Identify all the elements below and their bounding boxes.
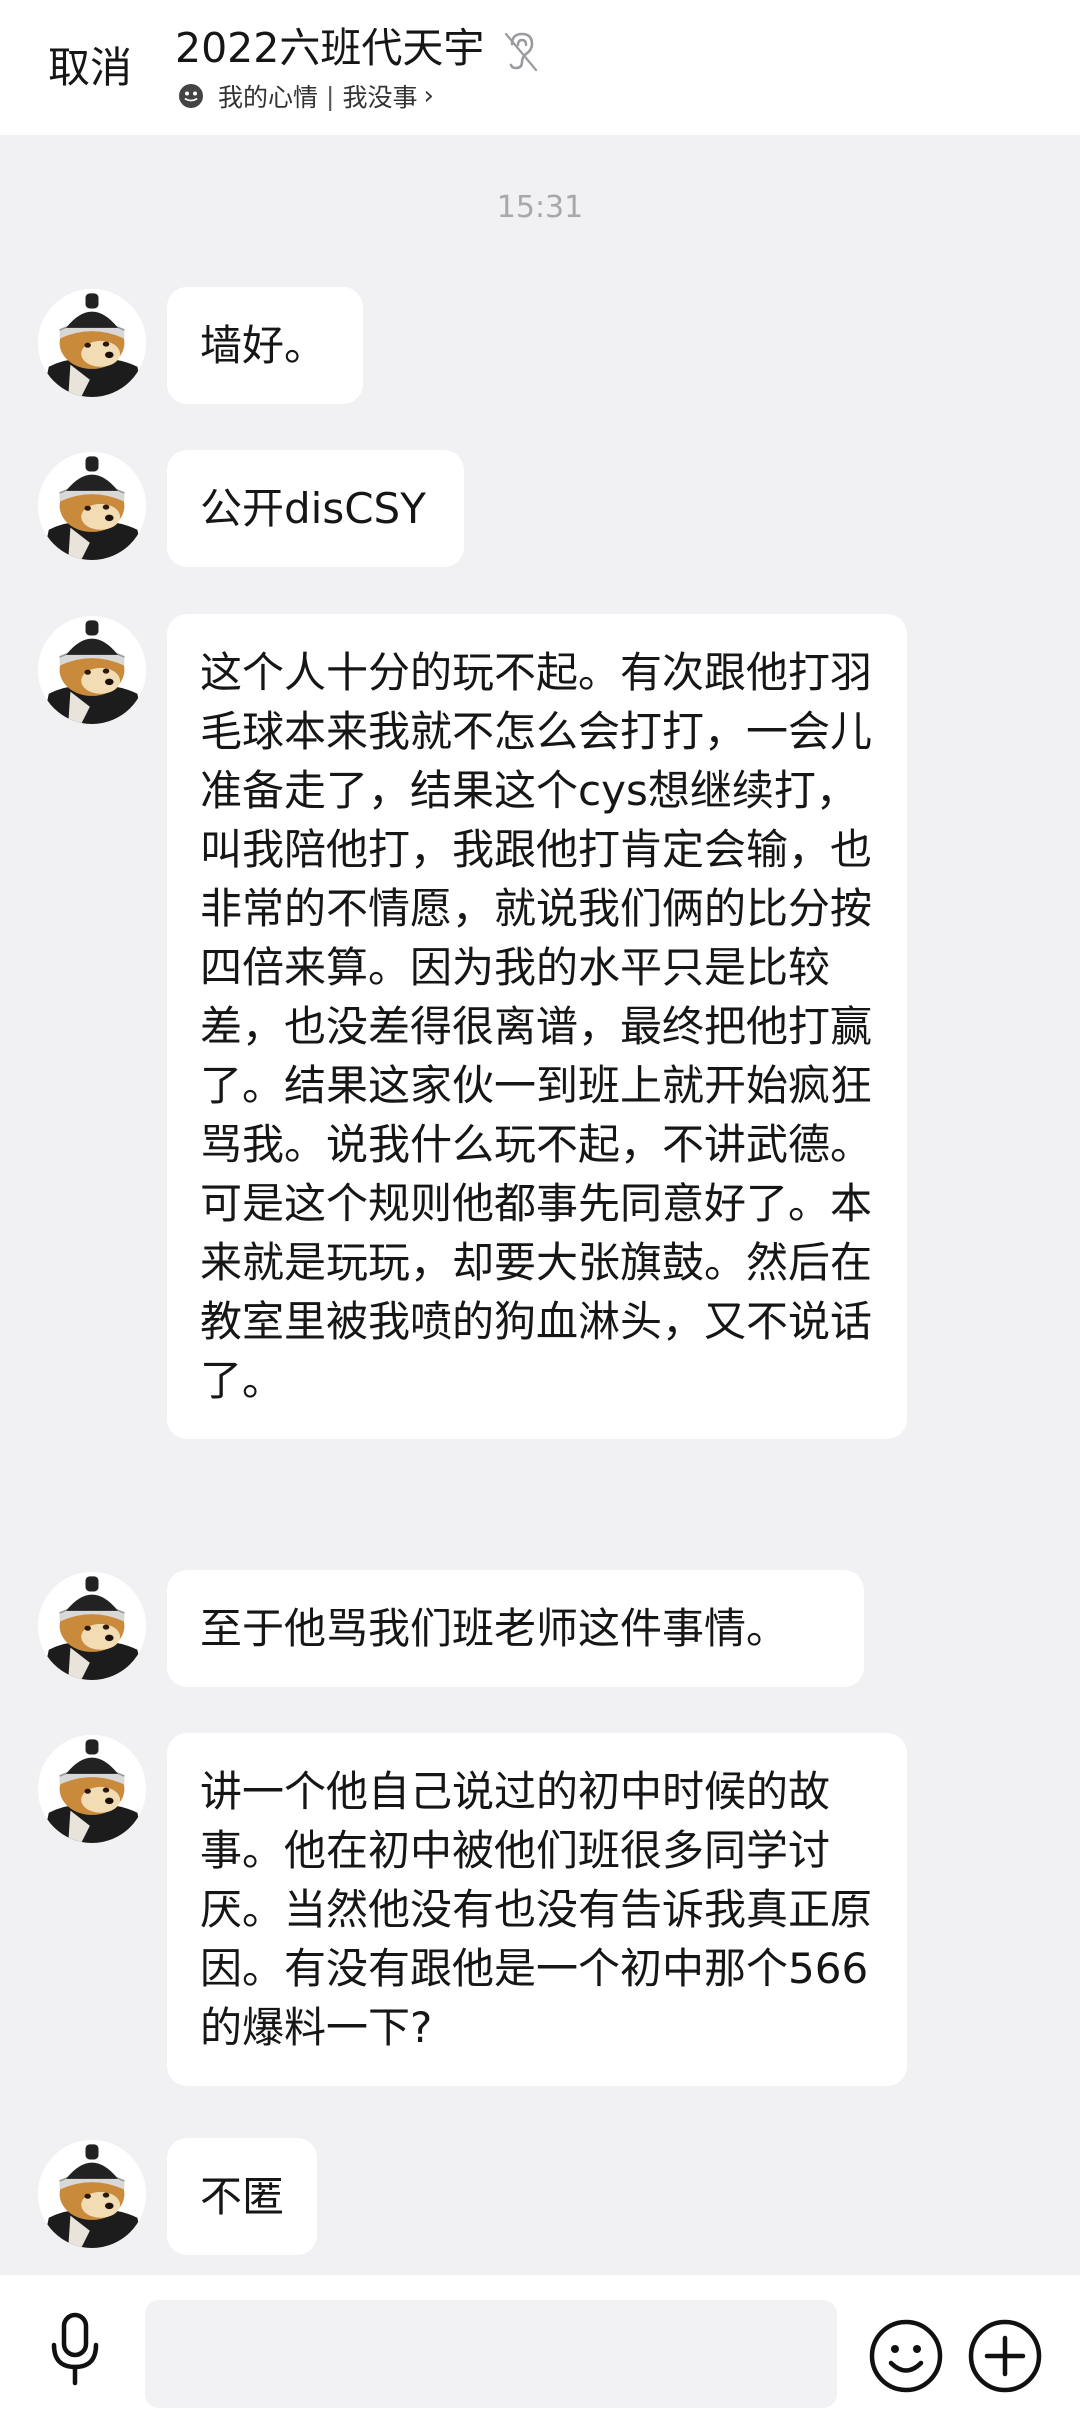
chevron-right-icon: › bbox=[423, 81, 434, 111]
sender-avatar[interactable] bbox=[38, 452, 146, 560]
message-input-bar bbox=[0, 2275, 1080, 2435]
microphone-icon[interactable] bbox=[45, 2311, 105, 2389]
mood-face-icon bbox=[179, 84, 203, 108]
message-bubble[interactable]: 墙好。 bbox=[167, 287, 363, 404]
sender-avatar[interactable] bbox=[38, 2140, 146, 2248]
status-separator: | bbox=[326, 81, 335, 111]
sender-avatar[interactable] bbox=[38, 1572, 146, 1680]
message-timestamp: 15:31 bbox=[496, 190, 584, 225]
sender-avatar[interactable] bbox=[38, 1735, 146, 1843]
chat-screen: 取消 2022六班代天宇 我的心情 | 我没事 › 15:31 墙好。 公开di… bbox=[0, 0, 1080, 2435]
cancel-button[interactable]: 取消 bbox=[48, 40, 132, 96]
message-bubble[interactable]: 讲一个他自己说过的初中时候的故事。他在初中被他们班很多同学讨厌。当然他没有也没有… bbox=[167, 1733, 907, 2086]
chat-header: 取消 2022六班代天宇 我的心情 | 我没事 › bbox=[0, 0, 1080, 135]
ear-icon[interactable] bbox=[500, 30, 540, 72]
sender-avatar[interactable] bbox=[38, 616, 146, 724]
message-bubble[interactable]: 至于他骂我们班老师这件事情。 bbox=[167, 1570, 864, 1687]
status-mood-label: 我的心情 bbox=[218, 83, 319, 112]
message-bubble[interactable]: 不匿 bbox=[167, 2138, 317, 2255]
message-bubble[interactable]: 公开disCSY bbox=[167, 450, 464, 567]
sender-avatar[interactable] bbox=[38, 289, 146, 397]
plus-icon[interactable] bbox=[967, 2318, 1043, 2394]
message-input[interactable] bbox=[145, 2300, 837, 2408]
status-text: 我没事 bbox=[342, 83, 418, 112]
status-link[interactable]: 我的心情 | 我没事 › bbox=[178, 78, 434, 114]
chat-title: 2022六班代天宇 bbox=[175, 24, 485, 72]
message-bubble[interactable]: 这个人十分的玩不起。有次跟他打羽毛球本来我就不怎么会打打，一会儿准备走了，结果这… bbox=[167, 614, 907, 1439]
emoji-icon[interactable] bbox=[868, 2318, 944, 2394]
